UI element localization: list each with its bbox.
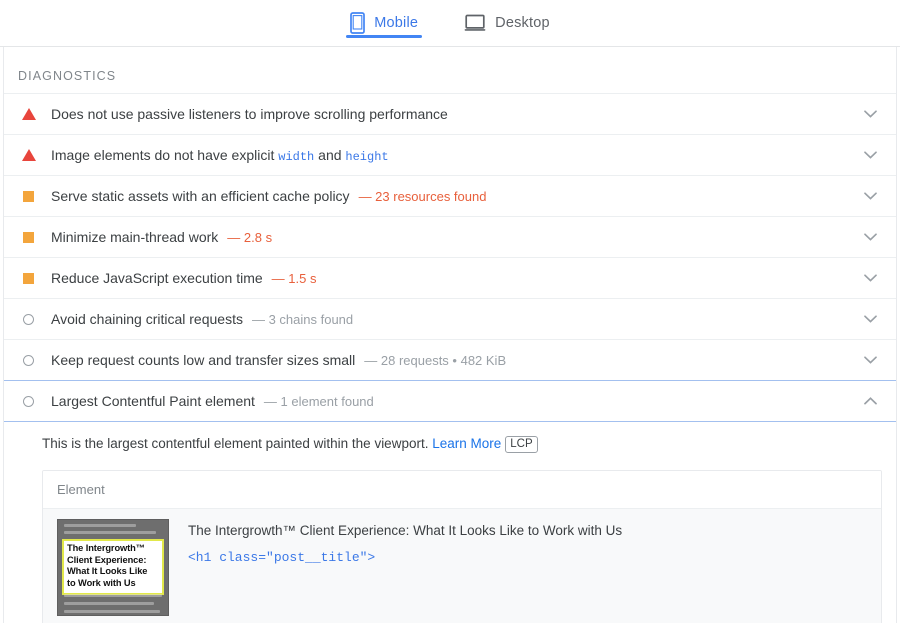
average-square-icon [22, 190, 35, 203]
audit-row[interactable]: Serve static assets with an efficient ca… [4, 175, 896, 216]
learn-more-link[interactable]: Learn More [432, 436, 501, 451]
lcp-description-text: This is the largest contentful element p… [42, 436, 429, 451]
tab-mobile[interactable]: Mobile [344, 0, 424, 46]
audit-title: Image elements do not have explicit widt… [51, 147, 389, 164]
audit-header[interactable]: Does not use passive listeners to improv… [4, 94, 896, 134]
code-width: width [278, 149, 315, 164]
audit-row[interactable]: Avoid chaining critical requests — 3 cha… [4, 298, 896, 339]
thumb-headline-line: Client Experience: [67, 554, 147, 565]
table-column-header-element: Element [43, 471, 881, 510]
audit-header[interactable]: Avoid chaining critical requests — 3 cha… [4, 299, 896, 339]
lcp-badge: LCP [505, 435, 538, 453]
chevron-down-icon[interactable] [860, 186, 880, 206]
lcp-element-table: Element The Intergrowth™ Client Experien… [42, 470, 882, 623]
thumb-headline-line: to Work with Us [67, 578, 136, 589]
lcp-description: This is the largest contentful element p… [42, 434, 882, 454]
section-title: DIAGNOSTICS [18, 69, 117, 83]
audit-title: Minimize main-thread work [51, 229, 219, 245]
diagnostics-card: DIAGNOSTICS Does not use passive listene… [3, 47, 897, 623]
audit-row[interactable]: Does not use passive listeners to improv… [4, 93, 896, 134]
informative-circle-icon [22, 313, 35, 326]
chevron-down-icon[interactable] [860, 104, 880, 124]
highlighted-heading-box: The Intergrowth™ Client Experience: What… [62, 539, 164, 595]
fail-triangle-icon [21, 108, 36, 121]
device-tabs[interactable]: Mobile Desktop [0, 0, 900, 47]
audit-header[interactable]: Minimize main-thread work — 2.8 s [4, 217, 896, 257]
audit-row[interactable]: Keep request counts low and transfer siz… [4, 339, 896, 380]
audit-header[interactable]: Image elements do not have explicit widt… [4, 135, 896, 175]
audit-header[interactable]: Reduce JavaScript execution time — 1.5 s [4, 258, 896, 298]
audit-header[interactable]: Keep request counts low and transfer siz… [4, 340, 896, 380]
audit-row[interactable]: Image elements do not have explicit widt… [4, 134, 896, 175]
audit-row[interactable]: Reduce JavaScript execution time — 1.5 s [4, 257, 896, 298]
lighthouse-report-page: Mobile Desktop DIAGNOSTICS Does not use … [0, 0, 900, 623]
audit-metric: — 3 chains found [251, 311, 354, 327]
mobile-icon [350, 12, 366, 34]
audit-title: Does not use passive listeners to improv… [51, 106, 448, 122]
audit-metric: — 23 resources found [358, 188, 487, 204]
chevron-down-icon[interactable] [860, 145, 880, 165]
audit-metric: — 2.8 s [227, 229, 273, 245]
audit-title-mid: and [314, 146, 346, 163]
audit-row[interactable]: Minimize main-thread work — 2.8 s [4, 216, 896, 257]
chevron-down-icon[interactable] [860, 350, 880, 370]
chevron-up-icon[interactable] [860, 391, 880, 411]
average-square-icon [22, 272, 35, 285]
tab-mobile-label: Mobile [374, 15, 419, 31]
thumb-headline-line: The Intergrowth™ [67, 543, 145, 554]
thumb-headline-line: What It Looks Like [67, 566, 148, 577]
chevron-down-icon[interactable] [860, 268, 880, 288]
tab-desktop-label: Desktop [495, 15, 550, 31]
lcp-details-panel: This is the largest contentful element p… [4, 422, 896, 623]
average-square-icon [22, 231, 35, 244]
table-row: The Intergrowth™ Client Experience: What… [43, 509, 881, 623]
audit-metric: — 1.5 s [271, 270, 317, 286]
informative-circle-icon [22, 395, 35, 408]
chevron-down-icon[interactable] [860, 309, 880, 329]
fail-triangle-icon [21, 149, 36, 162]
audit-title: Serve static assets with an efficient ca… [51, 188, 350, 204]
audit-title: Keep request counts low and transfer siz… [51, 352, 356, 368]
chevron-down-icon[interactable] [860, 227, 880, 247]
audit-header[interactable]: Largest Contentful Paint element — 1 ele… [4, 381, 896, 421]
tab-desktop[interactable]: Desktop [458, 0, 556, 46]
audit-metric: — 28 requests • 482 KiB [364, 352, 507, 368]
code-height: height [345, 149, 389, 164]
desktop-icon [464, 14, 486, 32]
audit-title: Avoid chaining critical requests [51, 311, 243, 327]
element-screenshot-thumbnail: The Intergrowth™ Client Experience: What… [57, 519, 169, 617]
audit-header[interactable]: Serve static assets with an efficient ca… [4, 176, 896, 216]
audit-title-pre: Image elements do not have explicit [51, 146, 279, 163]
audit-title: Largest Contentful Paint element [51, 393, 255, 409]
audit-row-lcp-element[interactable]: Largest Contentful Paint element — 1 ele… [4, 380, 896, 422]
element-info: The Intergrowth™ Client Experience: What… [188, 519, 622, 565]
audit-metric: — 1 element found [263, 393, 374, 409]
element-selector-code: <h1 class="post__title"> [188, 550, 376, 566]
audit-title: Reduce JavaScript execution time [51, 270, 263, 286]
informative-circle-icon [22, 354, 35, 367]
element-text: The Intergrowth™ Client Experience: What… [188, 523, 623, 539]
